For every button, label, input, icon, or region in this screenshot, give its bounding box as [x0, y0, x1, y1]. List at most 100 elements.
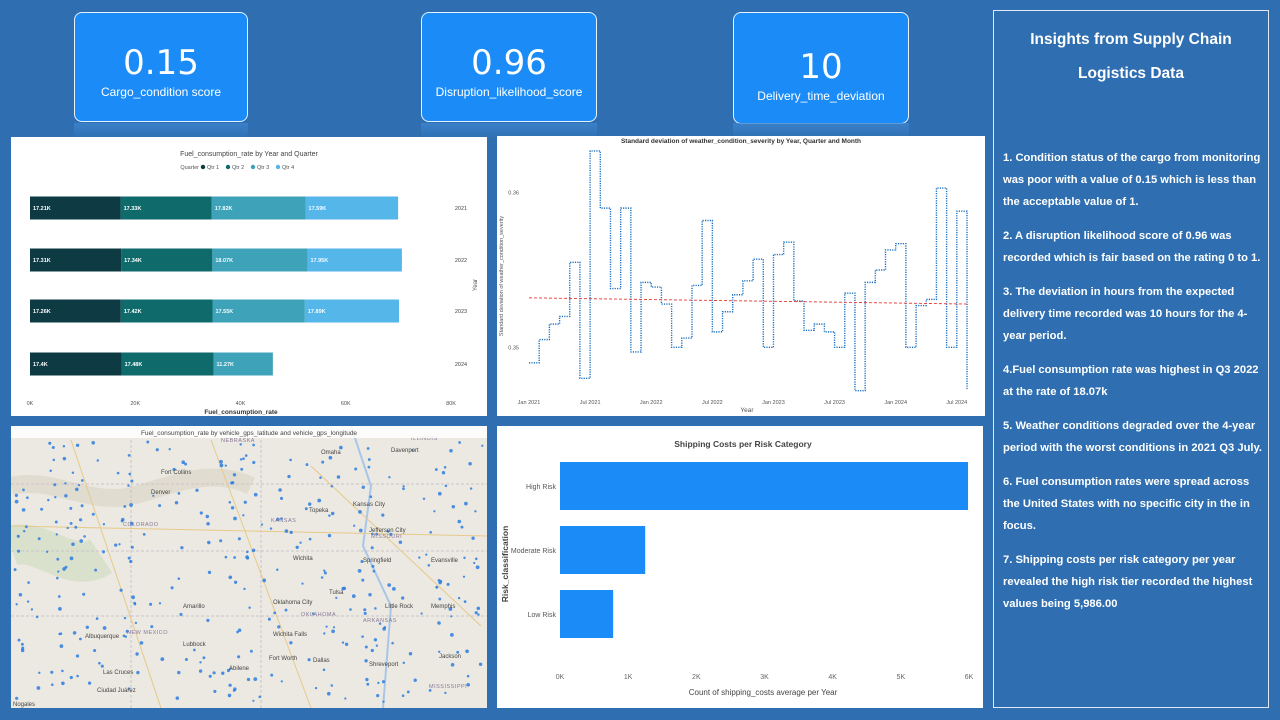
- gps-point: [76, 674, 79, 678]
- gps-point: [202, 656, 206, 660]
- gps-point: [323, 632, 326, 635]
- gps-point: [330, 684, 334, 687]
- map-label: Kansas City: [353, 502, 385, 508]
- x-tick-label: 80K: [446, 401, 456, 407]
- gps-point: [127, 454, 131, 457]
- gps-point: [94, 568, 98, 572]
- gps-point: [301, 582, 304, 585]
- gps-point: [55, 533, 58, 536]
- gps-point: [101, 550, 106, 554]
- gps-point: [130, 545, 134, 549]
- gps-point: [422, 497, 426, 501]
- gps-point: [438, 650, 441, 653]
- map-label: NEW MEXICO: [127, 630, 168, 636]
- gps-point: [278, 488, 282, 492]
- gps-point: [358, 528, 363, 533]
- gps-point: [36, 686, 41, 690]
- y-tick-label: 2023: [455, 309, 467, 315]
- gps-point: [158, 504, 162, 508]
- fuel-chart-svg: Fuel_consumption_rate by Year and Quarte…: [27, 151, 479, 416]
- gps-point: [128, 472, 132, 476]
- x-tick-label: 60K: [341, 401, 351, 407]
- gps-point: [368, 592, 372, 597]
- gps-point: [208, 674, 212, 678]
- kpi-value: 10: [799, 47, 843, 87]
- bar[interactable]: [560, 526, 646, 574]
- gps-point: [364, 645, 368, 649]
- kpi-label: Delivery_time_deviation: [757, 89, 885, 103]
- data-label: 17.82K: [215, 206, 233, 212]
- gps-point: [307, 658, 311, 662]
- weather-severity-chart[interactable]: Standard deviation of weather_condition_…: [497, 136, 985, 416]
- gps-point: [367, 458, 371, 461]
- bar[interactable]: [560, 590, 614, 638]
- x-tick-label: Jul 2022: [702, 400, 723, 406]
- gps-point: [80, 479, 84, 482]
- gps-point: [304, 507, 308, 511]
- gps-point: [323, 571, 327, 575]
- fuel-gps-map[interactable]: NEBRASKA ILLINOIS Fort Collins Denver COLORA…: [11, 426, 487, 708]
- insight-item: 6. Fuel consumption rates were spread ac…: [1003, 476, 1250, 532]
- chart-title: Fuel_consumption_rate by Year and Quarte…: [180, 151, 318, 158]
- gps-point: [381, 680, 386, 684]
- gps-point: [330, 484, 334, 488]
- kpi-card-cargo-condition[interactable]: 0.15 Cargo_condition score: [74, 12, 248, 122]
- gps-point: [174, 501, 179, 505]
- insights-title-line2: Logistics Data: [1078, 65, 1184, 82]
- gps-point: [475, 557, 478, 561]
- gps-point: [358, 510, 362, 514]
- x-axis-label: Year: [740, 407, 754, 414]
- gps-point: [231, 481, 235, 485]
- x-tick-label: 5K: [897, 674, 906, 681]
- map-label: Amarillo: [183, 604, 205, 610]
- gps-point: [364, 659, 368, 663]
- gps-point: [248, 606, 251, 609]
- gps-point: [85, 625, 89, 629]
- gps-point: [69, 506, 73, 510]
- gps-point: [239, 458, 243, 461]
- gps-point: [22, 529, 26, 533]
- gps-point: [127, 556, 131, 560]
- gps-point: [370, 546, 374, 550]
- gps-point: [450, 662, 455, 667]
- legend-swatch: [200, 164, 206, 170]
- gps-point: [198, 669, 203, 673]
- shipping-costs-chart[interactable]: Shipping Costs per Risk Category High Ri…: [497, 426, 983, 708]
- bar[interactable]: [560, 462, 969, 510]
- gps-point: [478, 662, 483, 666]
- gps-point: [123, 505, 127, 508]
- weather-line[interactable]: [529, 150, 968, 392]
- gps-point: [357, 569, 362, 573]
- gps-point: [319, 476, 322, 479]
- kpi-card-disruption-likelihood[interactable]: 0.96 Disruption_likelihood_score: [421, 12, 597, 122]
- gps-point: [213, 689, 217, 693]
- gps-point: [75, 654, 80, 658]
- fuel-consumption-chart[interactable]: Fuel_consumption_rate by Year and Quarte…: [11, 137, 487, 416]
- map-canvas[interactable]: NEBRASKA ILLINOISFort CollinsDenverCOLORA…: [11, 426, 487, 708]
- gps-point: [242, 514, 245, 517]
- gps-point: [82, 592, 86, 596]
- gps-point: [353, 524, 356, 527]
- data-label: 17.42K: [124, 309, 142, 315]
- x-tick-label: 0K: [556, 674, 565, 681]
- x-tick-label: 3K: [760, 674, 769, 681]
- gps-point: [224, 555, 228, 559]
- map-label: Little Rock: [385, 604, 414, 610]
- gps-point: [228, 501, 232, 504]
- gps-point: [244, 454, 248, 457]
- map-label: Fort Worth: [269, 656, 297, 662]
- gps-point: [98, 661, 101, 665]
- gps-point: [336, 475, 341, 479]
- kpi-card-delivery-deviation[interactable]: 10 Delivery_time_deviation: [733, 12, 909, 124]
- gps-point: [155, 448, 159, 452]
- gps-point: [13, 568, 17, 572]
- weather-chart-svg: Standard deviation of weather_condition_…: [499, 138, 968, 414]
- gps-point: [16, 534, 20, 538]
- gps-point: [441, 471, 446, 475]
- gps-point: [374, 607, 377, 610]
- gps-point: [58, 607, 62, 611]
- gps-point: [258, 695, 262, 699]
- bar-group: 17.21K 17.33K 17.82K 17.59K 17.31K 17.34K 18.0…: [30, 196, 402, 376]
- map-label: ARKANSAS: [363, 618, 397, 624]
- chart-legend[interactable]: Quarter Qtr 1 Qtr 2 Qtr 3 Qtr 4: [180, 164, 294, 171]
